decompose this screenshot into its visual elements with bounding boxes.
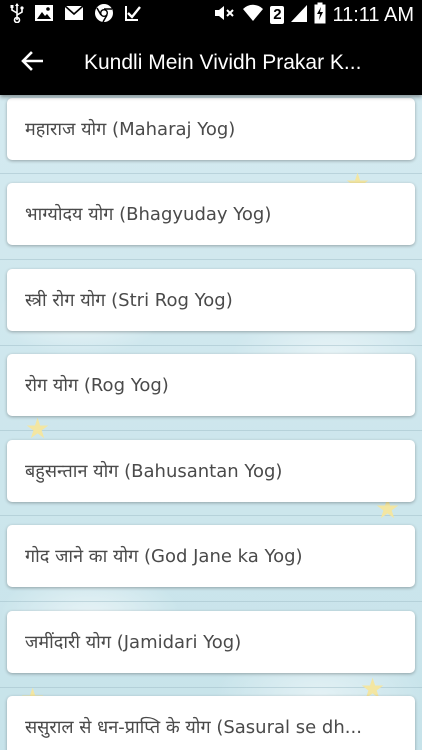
status-time: 11:11 AM [332,3,414,26]
yog-list: महाराज योग (Maharaj Yog) भाग्योदय योग (B… [0,95,422,750]
list-item[interactable]: भाग्योदय योग (Bhagyuday Yog) [7,183,415,245]
list-item[interactable]: स्त्री रोग योग (Stri Rog Yog) [7,269,415,331]
usb-icon [10,3,24,27]
chrome-icon [94,3,114,27]
list-item-label: भाग्योदय योग (Bhagyuday Yog) [25,204,272,225]
app-bar: Kundli Mein Vividh Prakar K... [0,30,422,95]
wifi-icon [242,3,264,27]
mail-icon [64,5,84,25]
list-item[interactable]: रोग योग (Rog Yog) [7,354,415,416]
list-item-label: महाराज योग (Maharaj Yog) [25,119,236,140]
image-icon [34,4,54,26]
list-item[interactable]: महाराज योग (Maharaj Yog) [7,98,415,160]
list-item[interactable]: जमींदारी योग (Jamidari Yog) [7,611,415,673]
arrow-back-icon [21,51,44,75]
list-item-label: ससुराल से धन-प्राप्ति के योग (Sasural se… [25,717,362,738]
back-button[interactable] [14,46,50,80]
list-item-label: गोद जाने का योग (God Jane ka Yog) [25,546,303,567]
signal-icon [290,3,308,27]
sim-badge: 2 [270,6,285,24]
task-icon [124,4,142,26]
list-item[interactable]: गोद जाने का योग (God Jane ka Yog) [7,525,415,587]
list-item-label: जमींदारी योग (Jamidari Yog) [25,632,242,653]
list-item-label: स्त्री रोग योग (Stri Rog Yog) [25,290,233,311]
page-title: Kundli Mein Vividh Prakar K... [84,51,362,74]
mute-icon [212,3,236,27]
list-item-label: बहुसन्तान योग (Bahusantan Yog) [25,461,283,482]
list-item[interactable]: ससुराल से धन-प्राप्ति के योग (Sasural se… [7,696,415,750]
list-item[interactable]: बहुसन्तान योग (Bahusantan Yog) [7,440,415,502]
status-bar: 2 11:11 AM [0,0,422,30]
battery-icon [314,2,326,28]
list-item-label: रोग योग (Rog Yog) [25,375,169,396]
